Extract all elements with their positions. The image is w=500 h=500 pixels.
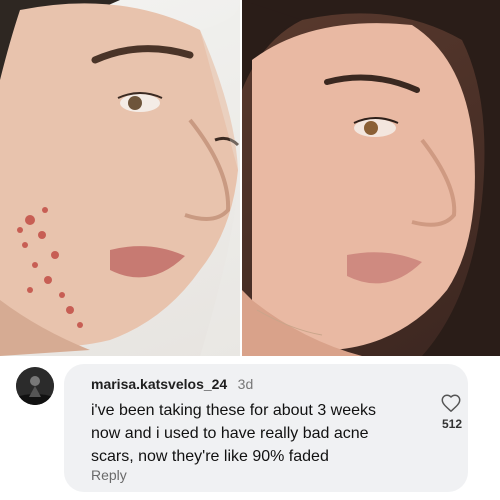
comment-text-line: now and i used to have really bad acne — [91, 425, 369, 442]
comment-text: i've been taking these for about 3 weeks… — [91, 399, 421, 468]
comment-text-line: i've been taking these for about 3 weeks — [91, 402, 377, 419]
user-avatar[interactable] — [16, 367, 54, 405]
before-photo — [0, 0, 240, 356]
like-count: 512 — [441, 417, 463, 431]
comment-timestamp: 3d — [237, 376, 254, 392]
comment-section: marisa.katsvelos_24 3d i've been taking … — [0, 356, 500, 500]
heart-outline-icon[interactable] — [440, 392, 462, 414]
reply-button[interactable]: Reply — [91, 467, 127, 483]
before-after-photos — [0, 0, 500, 356]
after-photo — [242, 0, 500, 356]
comment-username[interactable]: marisa.katsvelos_24 — [91, 376, 227, 392]
comment-header: marisa.katsvelos_24 3d — [91, 376, 253, 394]
comment-text-line: scars, now they're like 90% faded — [91, 448, 329, 465]
comment-bubble: marisa.katsvelos_24 3d i've been taking … — [64, 364, 468, 492]
